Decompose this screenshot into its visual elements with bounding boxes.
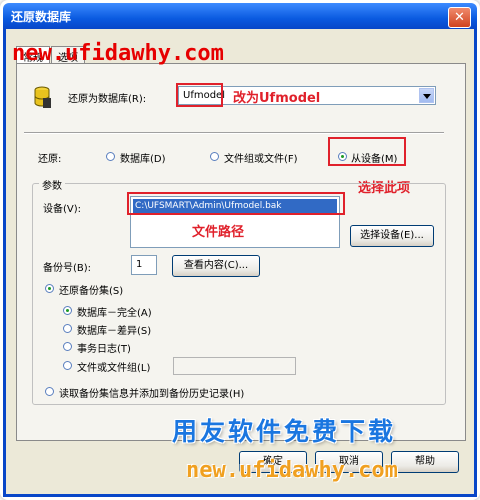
radio-file-group[interactable] — [63, 361, 72, 370]
annotation-box-device — [328, 137, 406, 166]
radio-db-full[interactable] — [63, 306, 72, 315]
close-icon: ✕ — [454, 10, 465, 25]
params-group-label: 参数 — [39, 177, 65, 192]
watermark-top: new.ufidawhy.com — [12, 41, 224, 66]
radio-trans-log[interactable] — [63, 342, 72, 351]
radio-filegroup-label: 文件组或文件(F) — [224, 154, 298, 165]
database-icon — [34, 86, 51, 108]
radio-filegroup[interactable] — [210, 152, 219, 161]
annotation-box-path — [127, 192, 345, 215]
backup-no-label: 备份号(B): — [43, 263, 92, 274]
dialog-window: 还原数据库 ✕ 常规 选项 new.ufidawhy.com 还原为数据库(R)… — [0, 0, 480, 500]
radio-db-diff-label: 数据库－差异(S) — [77, 326, 152, 337]
radio-restore-set[interactable] — [45, 284, 54, 293]
chevron-down-icon[interactable] — [419, 88, 434, 103]
radio-database-label: 数据库(D) — [120, 154, 166, 165]
watermark-bottom: new.ufidawhy.com — [186, 458, 398, 483]
annotation-path: 文件路径 — [192, 225, 245, 240]
file-group-input[interactable] — [173, 357, 296, 375]
radio-db-diff[interactable] — [63, 324, 72, 333]
backup-no-input[interactable]: 1 — [131, 255, 157, 275]
divider — [24, 132, 444, 134]
help-button[interactable]: 帮助 — [391, 451, 459, 473]
radio-db-full-label: 数据库－完全(A) — [77, 308, 152, 319]
radio-restore-set-label: 还原备份集(S) — [59, 286, 124, 297]
annotation-rename: 改为Ufmodel — [233, 91, 321, 106]
close-button[interactable]: ✕ — [448, 7, 471, 28]
title-bar[interactable]: 还原数据库 ✕ — [3, 3, 477, 29]
watermark-banner: 用友软件免费下载 — [172, 417, 397, 446]
radio-database[interactable] — [106, 152, 115, 161]
select-device-button[interactable]: 选择设备(E)... — [350, 225, 434, 247]
window-title: 还原数据库 — [11, 10, 72, 24]
radio-trans-log-label: 事务日志(T) — [77, 344, 131, 355]
restore-label: 还原: — [38, 154, 62, 165]
radio-read-history[interactable] — [45, 387, 54, 396]
view-contents-button[interactable]: 查看内容(C)... — [172, 255, 260, 277]
device-label: 设备(V): — [43, 204, 82, 215]
annotation-box-db — [176, 83, 223, 107]
radio-read-history-label: 读取备份集信息并添加到备份历史记录(H) — [59, 389, 245, 400]
restore-as-label: 还原为数据库(R): — [68, 94, 147, 105]
radio-file-group-label: 文件或文件组(L) — [77, 363, 151, 374]
